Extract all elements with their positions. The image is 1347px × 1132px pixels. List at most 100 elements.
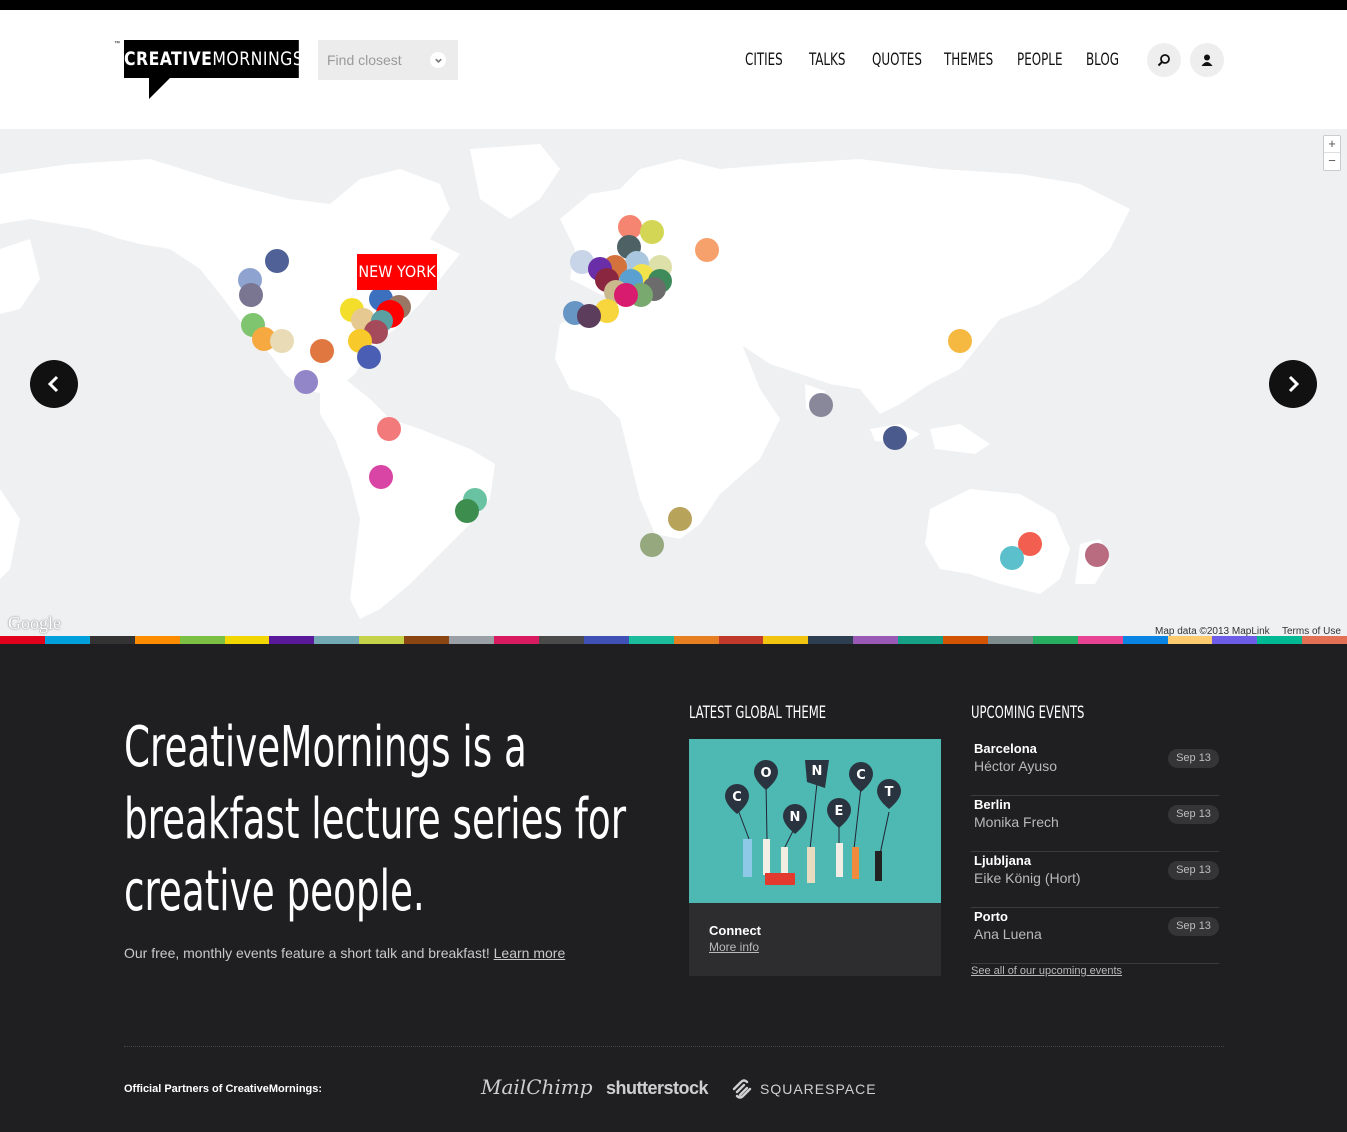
hero-subtitle: Our free, monthly events feature a short…: [124, 945, 565, 961]
next-button[interactable]: [1269, 360, 1317, 408]
event-item[interactable]: Berlin Monika Frech Sep 13: [971, 796, 1219, 852]
stripe-segment: [314, 636, 360, 644]
map-marker[interactable]: [640, 220, 664, 244]
hero-line: CreativeMornings is a: [124, 715, 527, 780]
map-marker[interactable]: [883, 426, 907, 450]
hero-line: breakfast lecture series for: [124, 787, 627, 852]
balloon-letter: N: [790, 810, 801, 825]
partner-mailchimp-logo[interactable]: MailChimp: [481, 1075, 593, 1099]
map-marker[interactable]: [614, 283, 638, 307]
stripe-segment: [1302, 636, 1347, 644]
chevron-right-icon: [1288, 375, 1300, 393]
event-item[interactable]: Ljubljana Eike König (Hort) Sep 13: [971, 852, 1219, 908]
theme-name[interactable]: Connect: [709, 923, 941, 938]
map-marker[interactable]: [668, 507, 692, 531]
map-marker[interactable]: [239, 283, 263, 307]
stripe-segment: [853, 636, 899, 644]
see-all-events-link[interactable]: See all of our upcoming events: [971, 965, 1122, 977]
site-header: ™ CREATIVEMORNINGS Find closest CITIES T…: [0, 10, 1347, 129]
partner-squarespace-logo[interactable]: SQUARESPACE: [760, 1081, 877, 1097]
stripe-segment: [808, 636, 854, 644]
zoom-out-button[interactable]: −: [1324, 153, 1340, 170]
hero-line: creative people.: [124, 859, 425, 924]
map-marker[interactable]: [809, 393, 833, 417]
map-marker[interactable]: [1085, 543, 1109, 567]
balloon-letter: O: [760, 766, 771, 781]
map-marker[interactable]: [695, 238, 719, 262]
map-marker[interactable]: [455, 499, 479, 523]
map-marker[interactable]: [1000, 546, 1024, 570]
map-land: [0, 144, 1130, 619]
chevron-down-icon: [430, 52, 446, 68]
map-marker[interactable]: [270, 329, 294, 353]
nav-blog[interactable]: BLOG: [1086, 50, 1119, 70]
map-marker[interactable]: [948, 329, 972, 353]
nav-quotes[interactable]: QUOTES: [872, 50, 922, 70]
map-marker[interactable]: [377, 417, 401, 441]
balloon-letter: C: [732, 790, 742, 805]
stripe-segment: [1167, 636, 1213, 644]
nav-cities[interactable]: CITIES: [745, 50, 783, 70]
event-item[interactable]: Barcelona Héctor Ayuso Sep 13: [971, 740, 1219, 796]
map-data-attribution: Map data ©2013 MapLink: [1155, 626, 1270, 636]
event-date-badge: Sep 13: [1168, 861, 1219, 880]
stripe-segment: [987, 636, 1033, 644]
find-closest-label: Find closest: [327, 52, 402, 68]
event-date-badge: Sep 13: [1168, 917, 1219, 936]
hero-statement: CreativeMornings is a breakfast lecture …: [124, 712, 627, 928]
nav-themes[interactable]: THEMES: [944, 50, 993, 70]
account-button[interactable]: [1190, 43, 1224, 77]
stripe-segment: [898, 636, 944, 644]
user-icon: [1201, 54, 1213, 66]
stripe-segment: [538, 636, 584, 644]
search-button[interactable]: [1147, 43, 1181, 77]
world-map[interactable]: NEW YORK + − Google Map data ©2013 MapLi…: [0, 129, 1347, 636]
top-bar: [0, 0, 1347, 10]
stripe-segment: [1032, 636, 1078, 644]
map-marker[interactable]: [640, 533, 664, 557]
find-closest-select[interactable]: Find closest: [318, 40, 458, 80]
theme-illustration[interactable]: C O N N E C T: [689, 739, 941, 903]
map-marker[interactable]: [265, 249, 289, 273]
nav-people[interactable]: PEOPLE: [1017, 50, 1062, 70]
partner-shutterstock-logo[interactable]: shutterstock: [606, 1078, 709, 1099]
events-list: Barcelona Héctor Ayuso Sep 13 Berlin Mon…: [971, 740, 1219, 964]
stripe-segment: [943, 636, 988, 644]
squarespace-icon: [732, 1079, 752, 1099]
map-marker[interactable]: [294, 370, 318, 394]
nav-talks[interactable]: TALKS: [809, 50, 845, 70]
upcoming-events-heading: UPCOMING EVENTS: [971, 703, 1085, 723]
map-marker[interactable]: [357, 345, 381, 369]
previous-button[interactable]: [30, 360, 78, 408]
footer-divider: [124, 1046, 1224, 1047]
theme-more-info-link[interactable]: More info: [709, 940, 941, 954]
stripe-segment: [449, 636, 494, 644]
learn-more-link[interactable]: Learn more: [494, 945, 566, 961]
stripe-segment: [718, 636, 764, 644]
logo-trademark: ™: [114, 41, 120, 47]
balloons-illustration: C O N N E C T: [725, 760, 901, 885]
stripe-segment: [493, 636, 539, 644]
stripe-segment: [1122, 636, 1168, 644]
stripe-segment: [44, 636, 90, 644]
map-marker[interactable]: [577, 304, 601, 328]
stripe-segment: [224, 636, 270, 644]
site-logo[interactable]: CREATIVEMORNINGS: [124, 40, 303, 78]
partners-label: Official Partners of CreativeMornings:: [124, 1083, 323, 1095]
search-icon: [1157, 54, 1170, 67]
stripe-segment: [628, 636, 674, 644]
theme-card-footer: Connect More info: [689, 903, 941, 976]
balloon-letter: C: [856, 768, 866, 783]
event-item[interactable]: Porto Ana Luena Sep 13: [971, 908, 1219, 964]
zoom-in-button[interactable]: +: [1324, 136, 1340, 153]
stripe-segment: [0, 636, 45, 644]
stripe-segment: [89, 636, 135, 644]
terms-of-use-link[interactable]: Terms of Use: [1282, 626, 1341, 636]
map-city-label[interactable]: NEW YORK: [357, 254, 437, 290]
stripe-segment: [1257, 636, 1303, 644]
stripe-segment: [404, 636, 450, 644]
map-marker[interactable]: [310, 339, 334, 363]
stripe-segment: [1077, 636, 1123, 644]
map-marker[interactable]: [369, 465, 393, 489]
stripe-segment: [583, 636, 629, 644]
